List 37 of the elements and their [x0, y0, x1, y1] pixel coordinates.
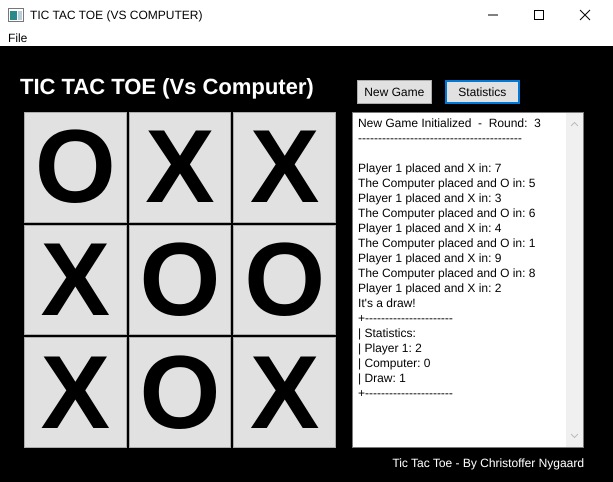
- log-line: | Player 1: 2: [358, 341, 423, 356]
- log-line: Player 1 placed and X in: 4: [358, 221, 502, 236]
- board-cell[interactable]: O: [128, 337, 232, 448]
- log-line: Player 1 placed and X in: 7: [358, 161, 502, 176]
- log-line: The Computer placed and O in: 8: [358, 266, 536, 281]
- log-line: It's a draw!: [358, 296, 417, 311]
- game-title: TIC TAC TOE (Vs Computer): [20, 74, 314, 100]
- log-line: +----------------------: [358, 386, 454, 401]
- window-title: TIC TAC TOE (VS COMPUTER): [30, 8, 202, 22]
- footer-credit: Tic Tac Toe - By Christoffer Nygaard: [392, 456, 584, 470]
- log-line: The Computer placed and O in: 1: [358, 236, 536, 251]
- board-cell[interactable]: O: [128, 224, 232, 336]
- board-cell[interactable]: X: [233, 112, 336, 223]
- log-line: +----------------------: [358, 311, 454, 326]
- board-cell[interactable]: X: [233, 337, 336, 448]
- maximize-icon[interactable]: [533, 9, 545, 21]
- board-cell[interactable]: O: [233, 224, 336, 336]
- new-game-button[interactable]: New Game: [356, 80, 432, 104]
- statistics-button[interactable]: Statistics: [444, 80, 520, 104]
- app-icon: [8, 8, 24, 22]
- board-cell[interactable]: X: [24, 337, 127, 448]
- menu-item[interactable]: File: [8, 30, 28, 46]
- log-line: Player 1 placed and X in: 2: [358, 281, 502, 296]
- board-cell[interactable]: O: [24, 112, 127, 223]
- board-cell[interactable]: X: [24, 224, 127, 336]
- log-line: The Computer placed and O in: 5: [358, 176, 536, 191]
- log-line: The Computer placed and O in: 6: [358, 206, 536, 221]
- log-line: | Statistics:: [358, 326, 417, 341]
- log-line: Player 1 placed and X in: 3: [358, 191, 502, 206]
- log-line: New Game Initialized - Round: 3: [358, 116, 542, 131]
- board-cell[interactable]: X: [128, 112, 232, 223]
- log-textbox[interactable]: [352, 112, 584, 448]
- log-line: | Draw: 1: [358, 371, 407, 386]
- log-line: -----------------------------------------: [358, 131, 523, 146]
- close-icon[interactable]: [579, 9, 591, 21]
- log-line: | Computer: 0: [358, 356, 432, 371]
- log-line: Player 1 placed and X in: 9: [358, 251, 502, 266]
